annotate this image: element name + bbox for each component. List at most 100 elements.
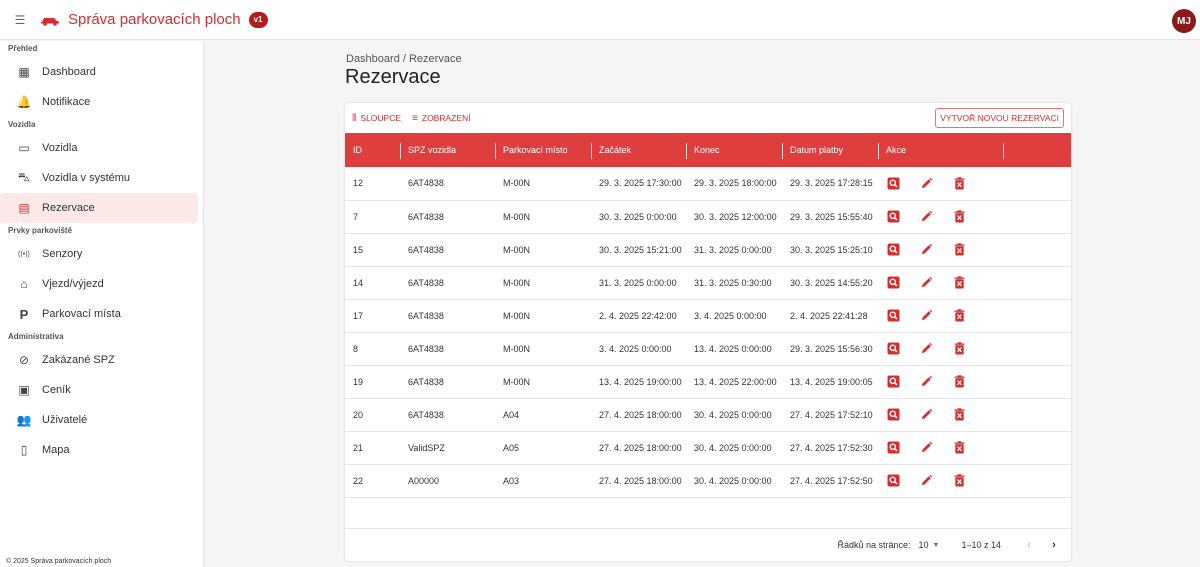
edit-icon[interactable] bbox=[919, 276, 933, 290]
sidebar-item-vozidla-v-syst-mu[interactable]: ⛍ Vozidla v systému bbox=[0, 163, 198, 193]
delete-icon[interactable] bbox=[952, 210, 966, 224]
sidebar-item-senzory[interactable]: ((•)) Senzory bbox=[0, 239, 198, 269]
edit-icon[interactable] bbox=[919, 309, 933, 323]
table-cell-filler bbox=[1003, 299, 1071, 332]
edit-icon[interactable] bbox=[919, 375, 933, 389]
sidebar-item-vjezd-v-jezd[interactable]: ⌂ Vjezd/výjezd bbox=[0, 269, 198, 299]
table-row[interactable]: 20 6AT4838 A04 27. 4. 2025 18:00:00 30. 4. 2… bbox=[345, 398, 1071, 431]
view-detail-icon[interactable] bbox=[886, 342, 900, 356]
delete-icon[interactable] bbox=[952, 309, 966, 323]
view-detail-icon[interactable] bbox=[886, 243, 900, 257]
sidebar-item-u-ivatel-[interactable]: 👥 Uživatelé bbox=[0, 405, 198, 435]
column-header[interactable]: ID bbox=[345, 133, 400, 167]
table-row[interactable]: 19 6AT4838 M-00N 13. 4. 2025 19:00:00 13. 4.… bbox=[345, 365, 1071, 398]
view-button[interactable]: ≡ ZOBRAZENÍ bbox=[412, 113, 471, 124]
rows-per-page-value: 10 bbox=[918, 540, 929, 550]
column-header[interactable]: SPZ vozidla bbox=[400, 133, 495, 167]
avatar[interactable]: MJ bbox=[1172, 9, 1196, 33]
dashboard-icon: ▦ bbox=[18, 65, 30, 79]
edit-icon[interactable] bbox=[919, 342, 933, 356]
sidebar-item-label: Notifikace bbox=[42, 96, 91, 108]
map-icon: ▯ bbox=[20, 443, 28, 457]
table-row[interactable]: 17 6AT4838 M-00N 2. 4. 2025 22:42:00 3. 4. 2… bbox=[345, 299, 1071, 332]
sidebar-item-label: Ceník bbox=[42, 384, 71, 396]
previous-page-icon[interactable]: ‹ bbox=[1021, 537, 1037, 553]
view-detail-icon[interactable] bbox=[886, 474, 900, 488]
actions-cell bbox=[878, 299, 1003, 332]
delete-icon[interactable] bbox=[952, 342, 966, 356]
view-detail-icon[interactable] bbox=[886, 210, 900, 224]
table-cell: 27. 4. 2025 17:52:10 bbox=[790, 409, 873, 420]
delete-icon[interactable] bbox=[952, 408, 966, 422]
sidebar-item-mapa[interactable]: ▯ Mapa bbox=[0, 435, 198, 465]
sidebar-item-notifikace[interactable]: 🔔 Notifikace bbox=[0, 87, 198, 117]
sidebar-item-parkovac-m-sta[interactable]: P Parkovací místa bbox=[0, 299, 198, 329]
column-header[interactable]: Parkovací místo bbox=[495, 133, 591, 167]
delete-icon[interactable] bbox=[952, 243, 966, 257]
table-cell: 14 bbox=[353, 277, 364, 288]
view-detail-icon[interactable] bbox=[886, 375, 900, 389]
view-detail-icon[interactable] bbox=[886, 276, 900, 290]
columns-button[interactable]: ⦀ SLOUPCE bbox=[352, 113, 401, 124]
edit-icon[interactable] bbox=[919, 243, 933, 257]
table-row[interactable]: 7 6AT4838 M-00N 30. 3. 2025 0:00:00 30. 3. 2… bbox=[345, 200, 1071, 233]
edit-icon[interactable] bbox=[919, 408, 933, 422]
table-body: 12 6AT4838 M-00N 29. 3. 2025 17:30:00 29. 3.… bbox=[345, 167, 1071, 497]
actions-cell bbox=[878, 266, 1003, 299]
column-header[interactable]: Datum platby bbox=[782, 133, 878, 167]
table-row[interactable]: 15 6AT4838 M-00N 30. 3. 2025 15:21:00 31. 3.… bbox=[345, 233, 1071, 266]
menu-collapse-icon[interactable]: ☰ bbox=[12, 12, 28, 28]
table-cell: 30. 3. 2025 15:25:10 bbox=[790, 244, 873, 255]
sidebar-item-dashboard[interactable]: ▦ Dashboard bbox=[0, 57, 198, 87]
view-detail-icon[interactable] bbox=[886, 176, 900, 190]
rows-per-page-select[interactable]: 10 ▼ bbox=[919, 540, 940, 550]
table-cell: 30. 3. 2025 0:00:00 bbox=[599, 211, 677, 222]
table-cell: 13. 4. 2025 22:00:00 bbox=[694, 376, 777, 387]
edit-icon[interactable] bbox=[919, 176, 933, 190]
sidebar-item-label: Dashboard bbox=[42, 66, 96, 78]
edit-icon[interactable] bbox=[919, 474, 933, 488]
delete-icon[interactable] bbox=[952, 176, 966, 190]
view-detail-icon[interactable] bbox=[886, 408, 900, 422]
delete-icon[interactable] bbox=[952, 441, 966, 455]
sidebar-footer: © 2025 Správa parkovacích ploch bbox=[6, 558, 112, 565]
table-cell: 27. 4. 2025 17:52:30 bbox=[790, 442, 873, 453]
column-header[interactable]: Začátek bbox=[591, 133, 686, 167]
table-row[interactable]: 14 6AT4838 M-00N 31. 3. 2025 0:00:00 31. 3. … bbox=[345, 266, 1071, 299]
table-row[interactable]: 12 6AT4838 M-00N 29. 3. 2025 17:30:00 29. 3.… bbox=[345, 167, 1071, 200]
sidebar: Přehled ▦ Dashboard 🔔 Notifikace Vozidla ▭ Vozi… bbox=[0, 41, 204, 567]
column-header[interactable]: Konec bbox=[686, 133, 782, 167]
delete-icon[interactable] bbox=[952, 375, 966, 389]
table-cell: A04 bbox=[503, 409, 520, 420]
sidebar-section-title: Vozidla bbox=[8, 120, 36, 129]
table-cell: 22 bbox=[353, 475, 364, 486]
gate-icon: ⌂ bbox=[20, 277, 28, 291]
table-cell: 30. 3. 2025 12:00:00 bbox=[694, 211, 777, 222]
table-row[interactable]: 21 ValidSPZ A05 27. 4. 2025 18:00:00 30. 4. … bbox=[345, 431, 1071, 464]
view-detail-icon[interactable] bbox=[886, 441, 900, 455]
next-page-icon[interactable]: › bbox=[1046, 537, 1062, 553]
table-cell: 20 bbox=[353, 409, 364, 420]
sidebar-item-rezervace[interactable]: ▤ Rezervace bbox=[0, 193, 198, 223]
view-detail-icon[interactable] bbox=[886, 309, 900, 323]
edit-icon[interactable] bbox=[919, 210, 933, 224]
sidebar-item-label: Rezervace bbox=[42, 202, 95, 214]
delete-icon[interactable] bbox=[952, 474, 966, 488]
sidebar-item-cen-k[interactable]: ▣ Ceník bbox=[0, 375, 198, 405]
table-row[interactable]: 22 A00000 A03 27. 4. 2025 18:00:00 30. 4. 20… bbox=[345, 464, 1071, 497]
sidebar-item-zak-zan-spz[interactable]: ⊘ Zakázané SPZ bbox=[0, 345, 198, 375]
column-header[interactable]: Akce bbox=[878, 133, 1003, 167]
table-cell: 6AT4838 bbox=[408, 211, 444, 222]
table-row[interactable]: 8 6AT4838 M-00N 3. 4. 2025 0:00:00 13. 4. 20… bbox=[345, 332, 1071, 365]
users-icon: 👥 bbox=[16, 413, 32, 427]
delete-icon[interactable] bbox=[952, 276, 966, 290]
app-title: Správa parkovacích ploch bbox=[68, 11, 241, 28]
actions-cell bbox=[878, 200, 1003, 233]
edit-icon[interactable] bbox=[919, 441, 933, 455]
sidebar-item-label: Vozidla v systému bbox=[42, 172, 131, 184]
table-cell: 15 bbox=[353, 244, 364, 255]
page-title: Rezervace bbox=[345, 66, 441, 88]
sidebar-item-vozidla[interactable]: ▭ Vozidla bbox=[0, 133, 198, 163]
table-cell: 17 bbox=[353, 310, 364, 321]
create-reservation-button[interactable]: VYTVOŘ NOVOU REZERVACI bbox=[935, 108, 1064, 128]
